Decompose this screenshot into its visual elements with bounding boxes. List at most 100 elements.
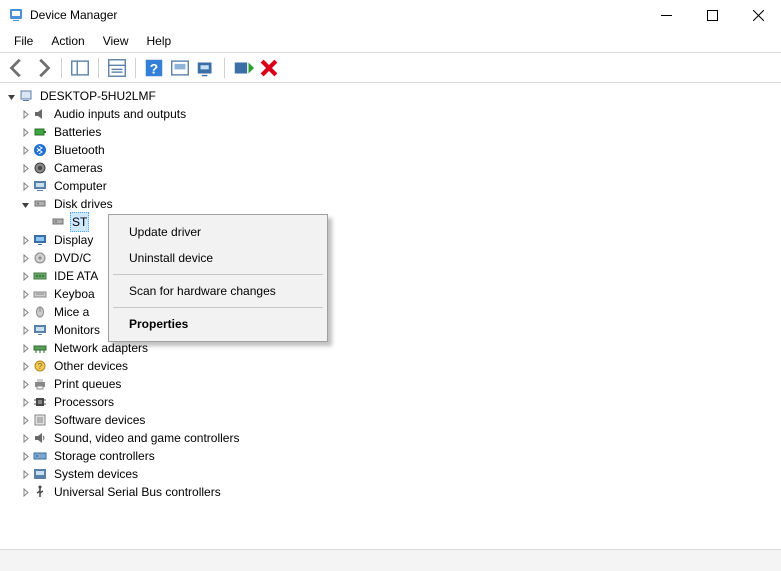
help-button[interactable]: ? (143, 57, 165, 79)
minimize-button[interactable] (643, 0, 689, 30)
disk-icon (50, 214, 66, 230)
maximize-button[interactable] (689, 0, 735, 30)
tree-category[interactable]: Processors (0, 393, 781, 411)
expand-arrow-icon[interactable] (36, 215, 50, 229)
tree-category[interactable]: Sound, video and game controllers (0, 429, 781, 447)
tree-category[interactable]: Print queues (0, 375, 781, 393)
tree-category[interactable]: Disk drives (0, 195, 781, 213)
tree-category[interactable]: ?Other devices (0, 357, 781, 375)
back-button[interactable] (6, 57, 28, 79)
tree-node-label: Processors (52, 393, 116, 411)
tree-node-label: Audio inputs and outputs (52, 105, 188, 123)
context-menu-item[interactable]: Uninstall device (111, 245, 325, 271)
tree-root[interactable]: DESKTOP-5HU2LMF (0, 87, 781, 105)
disk-icon (32, 196, 48, 212)
context-menu: Update driverUninstall device Scan for ha… (108, 214, 328, 342)
tree-category[interactable]: Software devices (0, 411, 781, 429)
tree-node-label: Universal Serial Bus controllers (52, 483, 223, 501)
expand-arrow-icon[interactable] (18, 161, 32, 175)
computer-icon (32, 178, 48, 194)
tree-category[interactable]: Batteries (0, 123, 781, 141)
context-menu-item[interactable]: Properties (111, 311, 325, 337)
expand-arrow-icon[interactable] (18, 323, 32, 337)
printer-icon (32, 376, 48, 392)
tree-node-label: Monitors (52, 321, 102, 339)
expand-arrow-icon[interactable] (18, 287, 32, 301)
expand-arrow-icon[interactable] (18, 179, 32, 193)
expand-arrow-icon[interactable] (18, 197, 32, 211)
expand-arrow-icon[interactable] (18, 377, 32, 391)
tree-node-label: Disk drives (52, 195, 115, 213)
context-menu-item[interactable]: Scan for hardware changes (111, 278, 325, 304)
toolbar-separator (135, 58, 136, 78)
svg-text:?: ? (150, 61, 158, 76)
expand-arrow-icon[interactable] (18, 395, 32, 409)
context-menu-separator (113, 274, 323, 275)
menu-help[interactable]: Help (139, 32, 182, 50)
system-icon (32, 466, 48, 482)
battery-icon (32, 124, 48, 140)
tree-node-label: Sound, video and game controllers (52, 429, 241, 447)
tree-node-label: Print queues (52, 375, 123, 393)
expand-arrow-icon[interactable] (18, 269, 32, 283)
expand-arrow-icon[interactable] (4, 89, 18, 103)
uninstall-button[interactable] (258, 57, 280, 79)
enable-device-button[interactable] (232, 57, 254, 79)
context-menu-separator (113, 307, 323, 308)
network-icon (32, 340, 48, 356)
window-controls (643, 0, 781, 30)
menu-action[interactable]: Action (43, 32, 94, 50)
tree-category[interactable]: Audio inputs and outputs (0, 105, 781, 123)
tree-node-label: Mice a (52, 303, 91, 321)
expand-arrow-icon[interactable] (18, 485, 32, 499)
tree-category[interactable]: Bluetooth (0, 141, 781, 159)
optical-icon (32, 250, 48, 266)
expand-arrow-icon[interactable] (18, 251, 32, 265)
context-menu-item[interactable]: Update driver (111, 219, 325, 245)
window-title: Device Manager (30, 8, 117, 22)
expand-arrow-icon[interactable] (18, 413, 32, 427)
monitor-icon (32, 322, 48, 338)
properties-button[interactable] (106, 57, 128, 79)
toolbar: ? (0, 53, 781, 83)
expand-arrow-icon[interactable] (18, 341, 32, 355)
menu-file[interactable]: File (6, 32, 43, 50)
tree-node-label: System devices (52, 465, 140, 483)
keyboard-icon (32, 286, 48, 302)
tree-category[interactable]: Cameras (0, 159, 781, 177)
show-hide-tree-button[interactable] (69, 57, 91, 79)
tree-category[interactable]: System devices (0, 465, 781, 483)
titlebar: Device Manager (0, 0, 781, 30)
expand-arrow-icon[interactable] (18, 107, 32, 121)
expand-arrow-icon[interactable] (18, 233, 32, 247)
expand-arrow-icon[interactable] (18, 305, 32, 319)
tree-node-label: Display (52, 231, 95, 249)
tree-node-label: DESKTOP-5HU2LMF (38, 87, 158, 105)
expand-arrow-icon[interactable] (18, 125, 32, 139)
forward-button[interactable] (32, 57, 54, 79)
other-icon: ? (32, 358, 48, 374)
usb-icon (32, 484, 48, 500)
tree-category[interactable]: Storage controllers (0, 447, 781, 465)
tree-category[interactable]: Computer (0, 177, 781, 195)
menu-view[interactable]: View (95, 32, 139, 50)
expand-arrow-icon[interactable] (18, 467, 32, 481)
toolbar-separator (61, 58, 62, 78)
expand-arrow-icon[interactable] (18, 449, 32, 463)
tree-node-label: Software devices (52, 411, 147, 429)
update-driver-button[interactable] (169, 57, 191, 79)
expand-arrow-icon[interactable] (18, 143, 32, 157)
sound-icon (32, 430, 48, 446)
expand-arrow-icon[interactable] (18, 431, 32, 445)
close-button[interactable] (735, 0, 781, 30)
tree-category[interactable]: Universal Serial Bus controllers (0, 483, 781, 501)
ide-icon (32, 268, 48, 284)
scan-hardware-button[interactable] (195, 57, 217, 79)
speaker-icon (32, 106, 48, 122)
storage-icon (32, 448, 48, 464)
statusbar (0, 549, 781, 571)
tree-node-label: Keyboa (52, 285, 97, 303)
expand-arrow-icon[interactable] (18, 359, 32, 373)
tree-node-label: Storage controllers (52, 447, 157, 465)
toolbar-separator (98, 58, 99, 78)
